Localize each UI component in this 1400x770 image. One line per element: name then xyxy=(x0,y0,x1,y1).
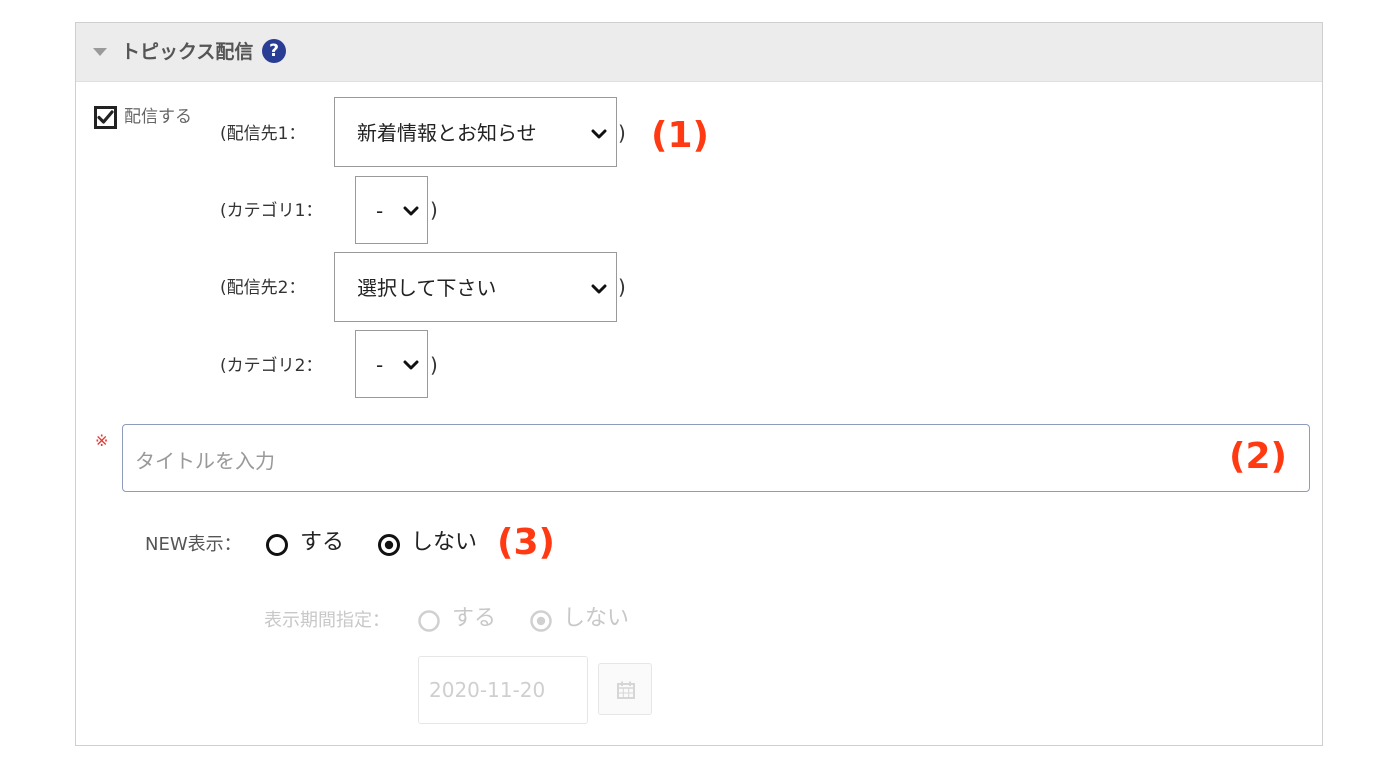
new-display-yes-label[interactable]: する xyxy=(300,530,344,556)
help-icon[interactable]: ? xyxy=(262,39,286,63)
period-radio-yes[interactable] xyxy=(417,609,441,633)
period-no-label[interactable]: しない xyxy=(563,606,629,632)
annotation-1: (1) xyxy=(651,115,709,156)
required-mark: ※ xyxy=(95,431,109,450)
close-paren: ) xyxy=(618,121,626,145)
chevron-down-icon xyxy=(591,129,607,139)
topics-panel: トピックス配信 ? 配信する (配信先1： 新着情報とお知らせ ) (1) (カ… xyxy=(75,22,1323,746)
collapse-triangle-icon[interactable] xyxy=(93,48,107,56)
category2-select[interactable]: - xyxy=(355,330,428,398)
title-placeholder: タイトルを入力 xyxy=(135,449,275,473)
calendar-icon xyxy=(617,681,635,699)
category1-value: - xyxy=(376,199,384,223)
category1-select[interactable]: - xyxy=(355,176,428,244)
new-display-no-label[interactable]: しない xyxy=(411,530,477,556)
distribute-checkbox-label: 配信する xyxy=(124,107,192,127)
distribute-checkbox[interactable] xyxy=(94,106,117,129)
destination1-value: 新着情報とお知らせ xyxy=(357,121,537,145)
close-paren: ) xyxy=(430,353,438,377)
date-input[interactable]: 2020-11-20 xyxy=(418,656,588,724)
chevron-down-icon xyxy=(403,360,419,370)
panel-title: トピックス配信 xyxy=(121,41,254,63)
new-display-radio-yes[interactable] xyxy=(265,533,289,557)
date-value: 2020-11-20 xyxy=(429,678,546,702)
destination2-value: 選択して下さい xyxy=(357,276,497,300)
title-input[interactable]: タイトルを入力 (2) xyxy=(122,424,1310,492)
period-radio-no[interactable] xyxy=(529,609,553,633)
period-label: 表示期間指定： xyxy=(264,610,390,631)
category2-label: (カテゴリ2： xyxy=(220,356,323,376)
close-paren: ) xyxy=(430,198,438,222)
category1-label: (カテゴリ1： xyxy=(220,201,323,221)
destination1-select[interactable]: 新着情報とお知らせ xyxy=(334,97,617,167)
chevron-down-icon xyxy=(403,206,419,216)
new-display-label: NEW表示： xyxy=(145,534,242,555)
category2-value: - xyxy=(376,353,384,377)
close-paren: ) xyxy=(618,275,626,299)
period-yes-label[interactable]: する xyxy=(452,606,496,632)
destination2-select[interactable]: 選択して下さい xyxy=(334,252,617,322)
calendar-button[interactable] xyxy=(598,663,652,715)
destination2-label: (配信先2： xyxy=(220,278,306,298)
annotation-3: (3) xyxy=(497,522,555,563)
destination1-label: (配信先1： xyxy=(220,124,306,144)
new-display-radio-no[interactable] xyxy=(377,533,401,557)
annotation-2: (2) xyxy=(1229,436,1287,477)
panel-header[interactable]: トピックス配信 ? xyxy=(76,23,1322,82)
chevron-down-icon xyxy=(591,284,607,294)
